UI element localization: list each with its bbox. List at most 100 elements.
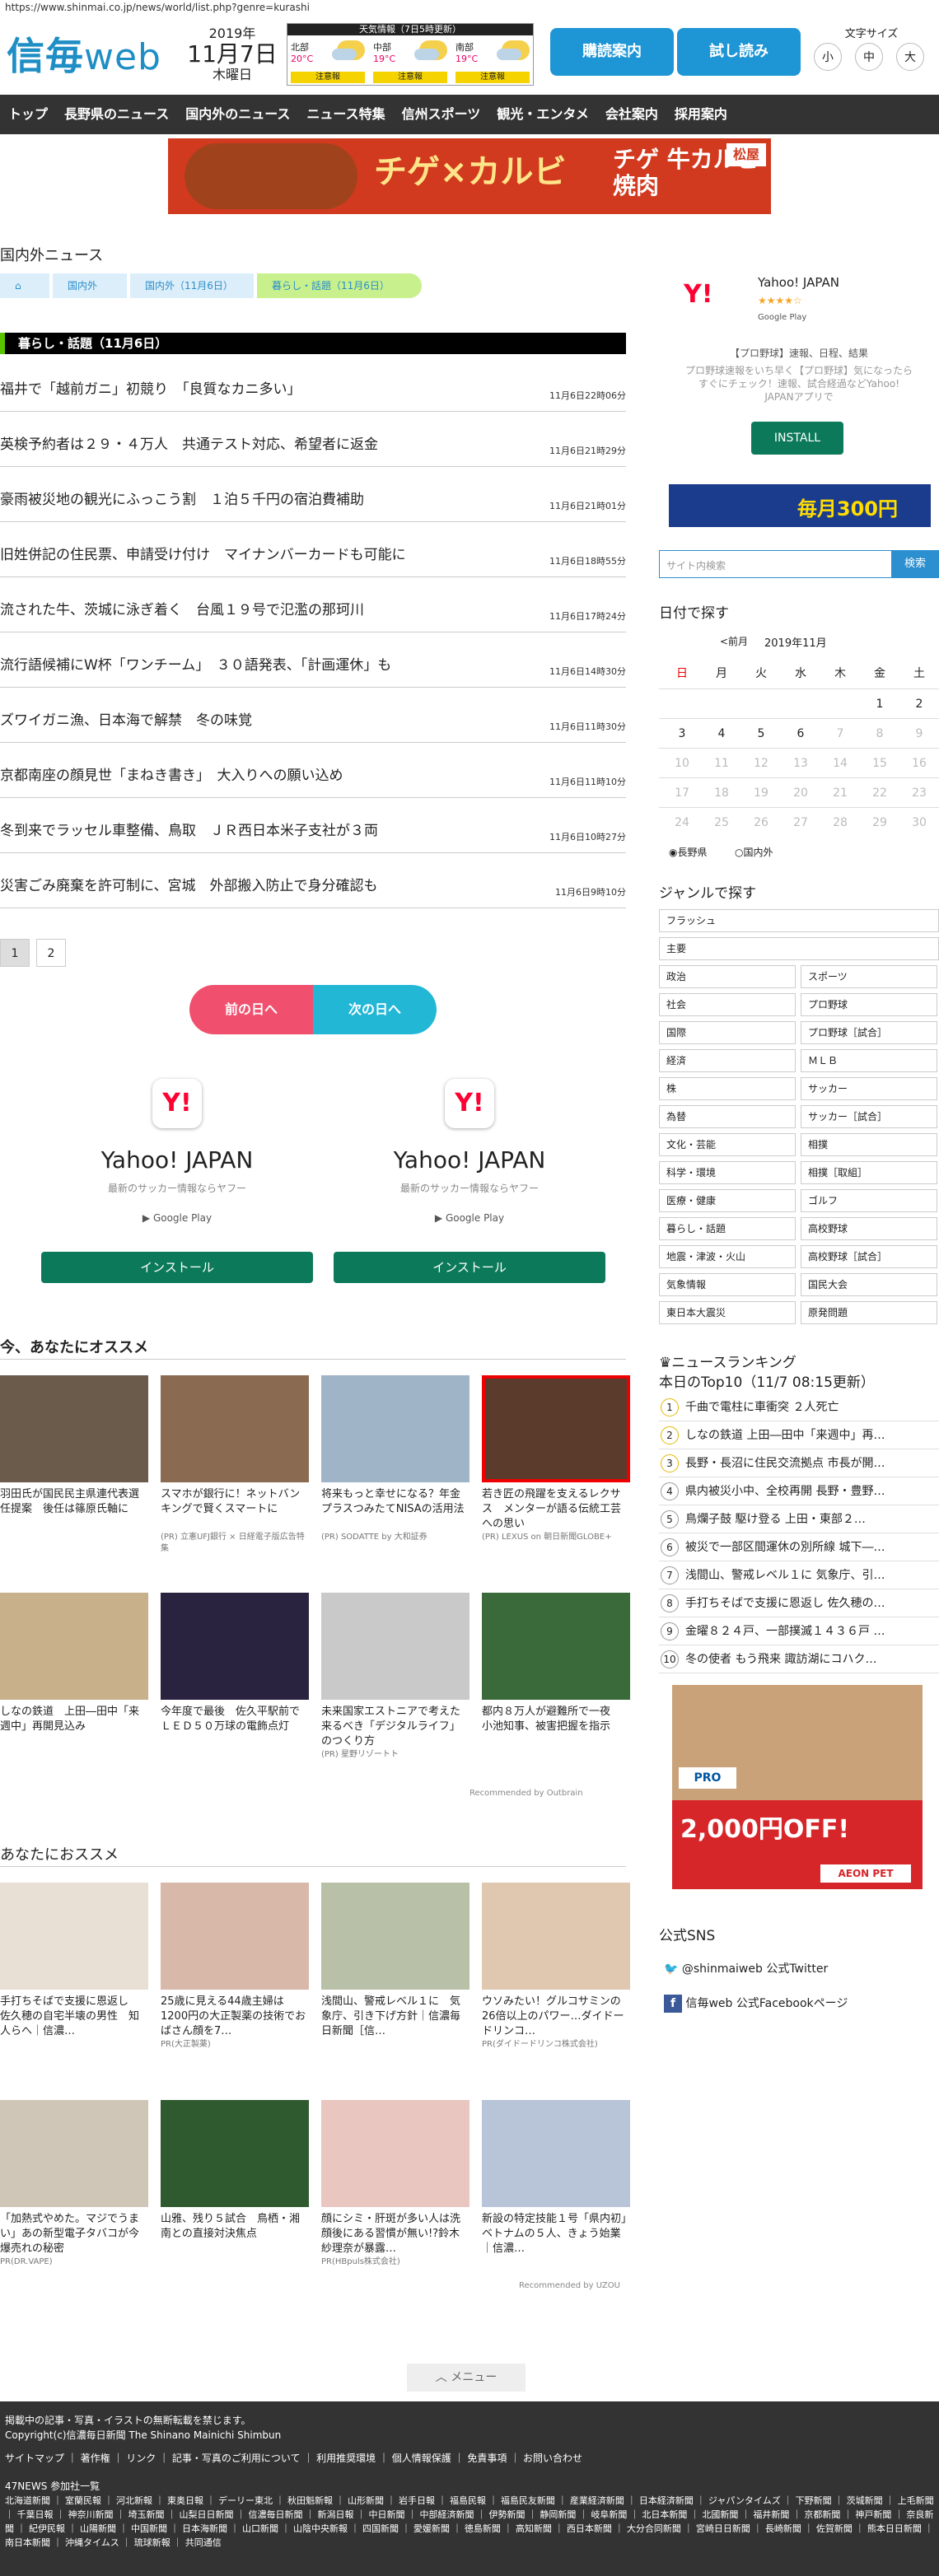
reco-image[interactable] <box>0 2100 148 2207</box>
genre-item[interactable]: サッカー <box>801 1077 937 1100</box>
nav-tourism[interactable]: 観光・エンタメ <box>488 95 597 134</box>
reco-caption[interactable]: しなの鉄道 上田―田中「来週中」再開見込み <box>0 1705 148 1749</box>
reco-tile[interactable]: 手打ちそばで支援に恩返し 佐久穂の自宅半壊の男性 知人らへ｜信濃… <box>0 1883 148 2039</box>
genre-item[interactable]: ＭＬＢ <box>801 1049 937 1072</box>
nav-top[interactable]: トップ <box>0 95 56 134</box>
news-item[interactable]: 流行語候補にW杯「ワンチーム」 ３０語発表、「計画運休」も 11月6日14時30分 <box>0 638 626 688</box>
genre-item[interactable]: 医療・健康 <box>659 1189 796 1212</box>
genre-item[interactable]: 社会 <box>659 993 796 1016</box>
reco-tile[interactable]: 山雅、残り５試合 鳥栖・湘南との直接対決焦点 <box>161 2100 309 2256</box>
genre-item[interactable]: サッカー［試合］ <box>801 1105 937 1128</box>
news-headline[interactable]: 災害ごみ廃棄を許可制に、宮城 外部搬入防止で身分確認も <box>0 874 378 894</box>
genre-item[interactable]: ゴルフ <box>801 1189 937 1212</box>
ranking-item[interactable]: 8 手打ちそばで支援に恩返し 佐久穂の… <box>659 1589 939 1617</box>
genre-item[interactable]: 相撲 <box>801 1133 937 1156</box>
genre-item[interactable]: 株 <box>659 1077 796 1100</box>
rank-title[interactable]: 冬の使者 もう飛来 諏訪湖にコハク… <box>685 1653 876 1666</box>
calendar-day[interactable]: 1 <box>860 689 899 719</box>
genre-item[interactable]: 原発問題 <box>801 1301 937 1324</box>
rank-title[interactable]: しなの鉄道 上田―田中「来週中」再… <box>685 1429 885 1442</box>
genre-item[interactable]: 東日本大震災 <box>659 1301 796 1324</box>
nav-feature[interactable]: ニュース特集 <box>298 95 393 134</box>
reco-caption[interactable]: 25歳に見える44歳主婦は1200円の大正製薬の技術でおばさん顔を7… <box>161 1995 309 2039</box>
calendar-day[interactable]: 2 <box>899 689 939 719</box>
reco-tile[interactable]: スマホが銀行に！ネットバンキングで賢くスマートに (PR) 立憲UFJ銀行 × 日… <box>161 1375 309 1555</box>
calendar-day[interactable]: 6 <box>781 719 820 749</box>
next-day-button[interactable]: 次の日へ <box>313 985 437 1034</box>
reco-image[interactable] <box>0 1883 148 1990</box>
reco-tile[interactable]: ウソみたい！グルコサミンの26倍以上のパワー…ダイドードリンコ… PR(ダイドード… <box>482 1883 630 2051</box>
reco-image[interactable] <box>161 1883 309 1990</box>
reco-caption[interactable]: 都内８万人が避難所で一夜 小池知事、被害把握を指示 <box>482 1705 630 1749</box>
genre-item[interactable]: 文化・芸能 <box>659 1133 796 1156</box>
news-headline[interactable]: ズワイガニ漁、日本海で解禁 冬の味覚 <box>0 708 252 729</box>
reco-tile[interactable]: 未来国家エストニアで考えた来るべき「デジタルライフ」のつくり方 (PR) 星野リゾ… <box>321 1593 470 1761</box>
reco-caption[interactable]: 手打ちそばで支援に恩返し 佐久穂の自宅半壊の男性 知人らへ｜信濃… <box>0 1995 148 2039</box>
nav-world[interactable]: 国内外のニュース <box>177 95 298 134</box>
news-headline[interactable]: 旧姓併記の住民票、申請受け付け マイナンバーカードも可能に <box>0 543 406 563</box>
page-2[interactable]: 2 <box>36 939 66 967</box>
reco-image[interactable] <box>321 2100 470 2207</box>
ranking-item[interactable]: 5 鳥爛子鼓 駆け登る 上田・東部２… <box>659 1505 939 1533</box>
footer-papers[interactable]: 北海道新聞 ｜ 室蘭民報 ｜ 河北新報 ｜ 東奥日報 ｜ デーリー東北 ｜ 秋田… <box>5 2494 934 2550</box>
reco-tile[interactable]: 25歳に見える44歳主婦は1200円の大正製薬の技術でおばさん顔を7… PR(大正… <box>161 1883 309 2051</box>
genre-item[interactable]: スポーツ <box>801 965 937 988</box>
news-headline[interactable]: 流された牛、茨城に泳ぎ着く 台風１９号で氾濫の那珂川 <box>0 598 364 618</box>
ranking-item[interactable]: 7 浅間山、警戒レベル１に 気象庁、引… <box>659 1561 939 1589</box>
reco-caption[interactable]: 「加熱式やめた。マジでうまい」あの新型電子タバコが今爆売れの秘密 <box>0 2212 148 2256</box>
calendar-day[interactable]: 8 <box>860 719 899 749</box>
news-item[interactable]: 京都南座の顔見世「まねき書き」 大入りへの願い込め 11月6日11時10分 <box>0 749 626 798</box>
genre-item[interactable]: 主要 <box>659 937 939 960</box>
install-button[interactable]: INSTALL <box>751 422 843 455</box>
genre-item[interactable]: 気象情報 <box>659 1273 796 1296</box>
news-item[interactable]: 豪雨被災地の観光にふっこう割 １泊５千円の宿泊費補助 11月6日21時01分 <box>0 473 626 522</box>
news-headline[interactable]: 京都南座の顔見世「まねき書き」 大入りへの願い込め <box>0 763 343 784</box>
genre-item[interactable]: プロ野球［試合］ <box>801 1021 937 1044</box>
ranking-item[interactable]: 1 千曲で電柱に車衝突 ２人死亡 <box>659 1393 939 1421</box>
news-headline[interactable]: 冬到来でラッセル車整備、鳥取 ＪＲ西日本米子支社が３両 <box>0 819 378 839</box>
reco-image[interactable] <box>482 1883 630 1990</box>
reco-image[interactable] <box>482 1375 630 1482</box>
genre-item[interactable]: 高校野球 <box>801 1217 937 1240</box>
rank-title[interactable]: 被災で一部区間運休の別所線 城下―… <box>685 1541 885 1554</box>
ranking-item[interactable]: 6 被災で一部区間運休の別所線 城下―… <box>659 1533 939 1561</box>
calendar-day[interactable]: 4 <box>702 719 741 749</box>
reco-image[interactable] <box>321 1375 470 1482</box>
calendar-day[interactable]: 7 <box>820 719 860 749</box>
menu-button[interactable]: ︿ メニュー <box>407 2364 526 2392</box>
reco-caption[interactable]: 将来もっと幸せになる？年金プラスつみたてNISAの活用法 <box>321 1487 470 1532</box>
genre-item[interactable]: 相撲［取組］ <box>801 1161 937 1184</box>
news-item[interactable]: 冬到来でラッセル車整備、鳥取 ＪＲ西日本米子支社が３両 11月6日10時27分 <box>0 804 626 853</box>
news-item[interactable]: 英検予約者は２９・４万人 共通テスト対応、希望者に返金 11月6日21時29分 <box>0 418 626 467</box>
twitter-link[interactable]: 🐦 @shinmaiweb 公式Twitter <box>664 1960 828 1976</box>
news-headline[interactable]: 福井で「越前ガニ」初競り 「良質なカニ多い」 <box>0 377 301 398</box>
reco-tile[interactable]: 新設の特定技能１号「県内初」 ベトナムの５人、きょう始業｜信濃… <box>482 2100 630 2256</box>
yahoo-ad[interactable]: Y! Yahoo! JAPAN 最新のサッカー情報ならヤフー ▶ Google … <box>41 1071 313 1283</box>
rank-title[interactable]: 千曲で電柱に車衝突 ２人死亡 <box>685 1401 839 1414</box>
subscribe-button[interactable]: 購読案内 <box>550 28 674 76</box>
reco-caption[interactable]: 浅間山、警戒レベル１に 気象庁、引き下げ方針｜信濃毎日新聞［信… <box>321 1995 470 2039</box>
reco-caption[interactable]: 新設の特定技能１号「県内初」 ベトナムの５人、きょう始業｜信濃… <box>482 2212 630 2256</box>
radio-nagano[interactable]: ◉長野県 <box>669 845 708 859</box>
reco-image[interactable] <box>161 2100 309 2207</box>
nav-recruit[interactable]: 採用案内 <box>666 95 736 134</box>
footer-links[interactable]: サイトマップ ｜ 著作権 ｜ リンク ｜ 記事・写真のご利用について ｜ 利用推… <box>5 2451 582 2465</box>
reco-tile[interactable]: 浅間山、警戒レベル１に 気象庁、引き下げ方針｜信濃毎日新聞［信… <box>321 1883 470 2039</box>
reco-tile[interactable]: 都内８万人が避難所で一夜 小池知事、被害把握を指示 <box>482 1593 630 1749</box>
genre-item[interactable]: 国民大会 <box>801 1273 937 1296</box>
rank-title[interactable]: 県内被災小中、全校再開 長野・豊野… <box>685 1485 885 1498</box>
genre-item[interactable]: 科学・環境 <box>659 1161 796 1184</box>
reco-image[interactable] <box>321 1593 470 1700</box>
reco-tile[interactable]: 今年度で最後 佐久平駅前でＬＥＤ５０万球の電飾点灯 <box>161 1593 309 1749</box>
ranking-item[interactable]: 2 しなの鉄道 上田―田中「来週中」再… <box>659 1421 939 1449</box>
calendar-day[interactable]: 9 <box>899 719 939 749</box>
nav-company[interactable]: 会社案内 <box>597 95 666 134</box>
rank-title[interactable]: 鳥爛子鼓 駆け登る 上田・東部２… <box>685 1513 866 1526</box>
ranking-item[interactable]: 4 県内被災小中、全校再開 長野・豊野… <box>659 1477 939 1505</box>
reco-caption[interactable]: 今年度で最後 佐久平駅前でＬＥＤ５０万球の電飾点灯 <box>161 1705 309 1749</box>
trial-button[interactable]: 試し読み <box>677 28 801 76</box>
news-item[interactable]: ズワイガニ漁、日本海で解禁 冬の味覚 11月6日11時30分 <box>0 693 626 743</box>
reco-tile[interactable]: 顔にシミ・肝斑が多い人は洗顔後にある習慣が無い!?鈴木紗理奈が暴露… PR(HBp… <box>321 2100 470 2268</box>
genre-item[interactable]: 政治 <box>659 965 796 988</box>
genre-item[interactable]: フラッシュ <box>659 909 939 932</box>
